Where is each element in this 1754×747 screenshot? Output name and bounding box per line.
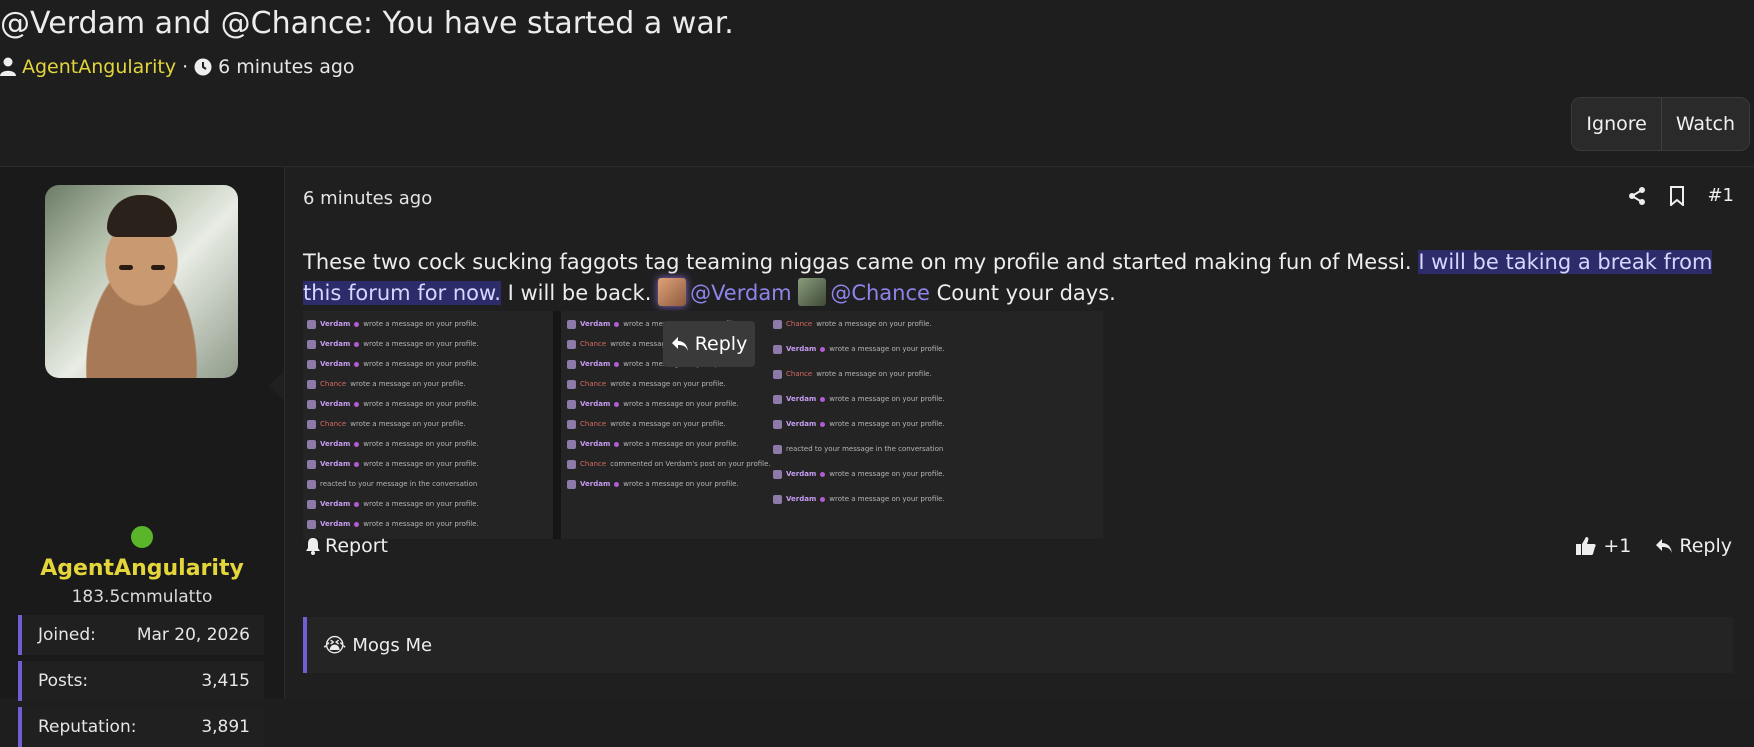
notification-row: Verdamwrote a message on your profile. [307, 495, 479, 513]
notification-row: Verdamwrote a message on your profile. [307, 335, 479, 353]
notification-row: Verdamwrote a message on your profile. [307, 515, 479, 533]
mention-avatar [798, 278, 827, 306]
mention-avatar [658, 278, 687, 306]
post-footer-actions: +1 Reply [1575, 535, 1732, 557]
bell-icon [306, 538, 320, 555]
notification-row: Verdamwrote a message on your profile. [307, 455, 479, 473]
thread-title: @Verdam and @Chance: You have started a … [0, 6, 734, 41]
stat-label: Reputation: [38, 717, 137, 737]
notification-row: Verdamwrote a message on your profile. [773, 465, 945, 483]
thread-author-link[interactable]: AgentAngularity [22, 56, 176, 78]
notification-row: reacted to your message in the conversat… [307, 475, 477, 493]
share-icon[interactable] [1627, 186, 1647, 206]
user-title: 183.5cmmulatto [71, 587, 213, 607]
reply-button[interactable]: Reply [1655, 535, 1732, 557]
stat-value: 3,891 [201, 717, 250, 737]
reply-icon [1656, 539, 1673, 553]
thread-time[interactable]: 6 minutes ago [218, 56, 354, 78]
clock-icon [194, 58, 212, 76]
post-body: These two cock sucking faggots tag teami… [303, 247, 1723, 309]
stat-value: Mar 20, 2026 [136, 625, 250, 645]
reaction-text: Mogs Me [352, 634, 433, 656]
notification-row: Chance commented on Verdam's post on your… [567, 455, 771, 473]
notification-row: Verdamwrote a message on your profile. [773, 490, 945, 508]
avatar[interactable] [45, 185, 238, 378]
post-actions: #1 [1627, 185, 1734, 206]
stat-label: Posts: [38, 671, 89, 691]
notification-row: Chancewrote a message on your profile. [307, 415, 466, 433]
user-sidebar: AgentAngularity 183.5cmmulatto Joined: M… [0, 167, 285, 747]
post-content: 6 minutes ago #1 These two cock sucking … [285, 167, 1754, 699]
notification-row: Verdamwrote a message on your profile. [773, 390, 945, 408]
notification-row: Chancewrote a message on your profile. [307, 375, 466, 393]
quote-reply-popup[interactable]: Reply [663, 321, 755, 367]
reply-label: Reply [1679, 535, 1732, 557]
reaction-summary[interactable]: 😭 Mogs Me [303, 617, 1733, 673]
post: AgentAngularity 183.5cmmulatto Joined: M… [0, 166, 1754, 747]
post-text: Count your days. [936, 281, 1116, 305]
notification-row: Chancewrote a message on your profile. [773, 365, 932, 383]
mention-chance-link[interactable]: @Chance [830, 281, 930, 305]
stat-value: 3,415 [201, 671, 250, 691]
online-status-dot [128, 523, 156, 551]
thumbs-up-icon [1576, 537, 1597, 555]
notification-row: Verdamwrote a message on your profile. [307, 395, 479, 413]
post-time[interactable]: 6 minutes ago [303, 188, 432, 209]
stat-reputation: Reputation: 3,891 [18, 707, 264, 747]
notification-row: Verdamwrote a message on your profile. [773, 415, 945, 433]
thread-meta: AgentAngularity · 6 minutes ago [0, 56, 355, 78]
stat-label: Joined: [38, 625, 96, 645]
report-label: Report [325, 535, 388, 557]
ignore-button[interactable]: Ignore [1572, 98, 1660, 150]
notification-row: Verdamwrote a message on your profile. [773, 340, 945, 358]
message-tail [268, 372, 284, 400]
user-icon [0, 57, 16, 77]
post-username[interactable]: AgentAngularity [0, 556, 284, 581]
post-text: I will be back. [507, 281, 652, 305]
notification-row: reacted to your message in the conversat… [773, 440, 943, 458]
report-button[interactable]: Report [305, 535, 388, 557]
reply-popup-label: Reply [694, 333, 748, 355]
meta-separator: · [182, 56, 189, 78]
notification-row: Verdamwrote a message on your profile. [567, 475, 739, 493]
mention-verdam-link[interactable]: @Verdam [690, 281, 792, 305]
watch-button[interactable]: Watch [1660, 98, 1749, 150]
notification-row: Verdamwrote a message on your profile. [307, 435, 479, 453]
notification-row: Verdamwrote a message on your profile. [307, 355, 479, 373]
stat-posts: Posts: 3,415 [18, 661, 264, 701]
notification-row: Verdamwrote a message on your profile. [567, 395, 739, 413]
post-number[interactable]: #1 [1707, 185, 1734, 206]
like-button[interactable]: +1 [1575, 535, 1631, 557]
notification-row: Verdamwrote a message on your profile. [567, 435, 739, 453]
notification-row: Chancewrote a message on your profile. [567, 375, 726, 393]
post-text: These two cock sucking faggots tag teami… [303, 250, 1412, 274]
notification-row: Verdamwrote a message on your profile. [307, 315, 479, 333]
notification-row: Chancewrote a message on your profile. [773, 315, 932, 333]
loudly-crying-emoji-icon: 😭 [323, 633, 347, 657]
reply-icon [671, 337, 688, 351]
like-count: +1 [1603, 535, 1632, 557]
thread-actions: Ignore Watch [1571, 97, 1750, 151]
stat-joined: Joined: Mar 20, 2026 [18, 615, 264, 655]
bookmark-icon[interactable] [1669, 185, 1685, 206]
notification-row: Chancewrote a message on your profile. [567, 415, 726, 433]
